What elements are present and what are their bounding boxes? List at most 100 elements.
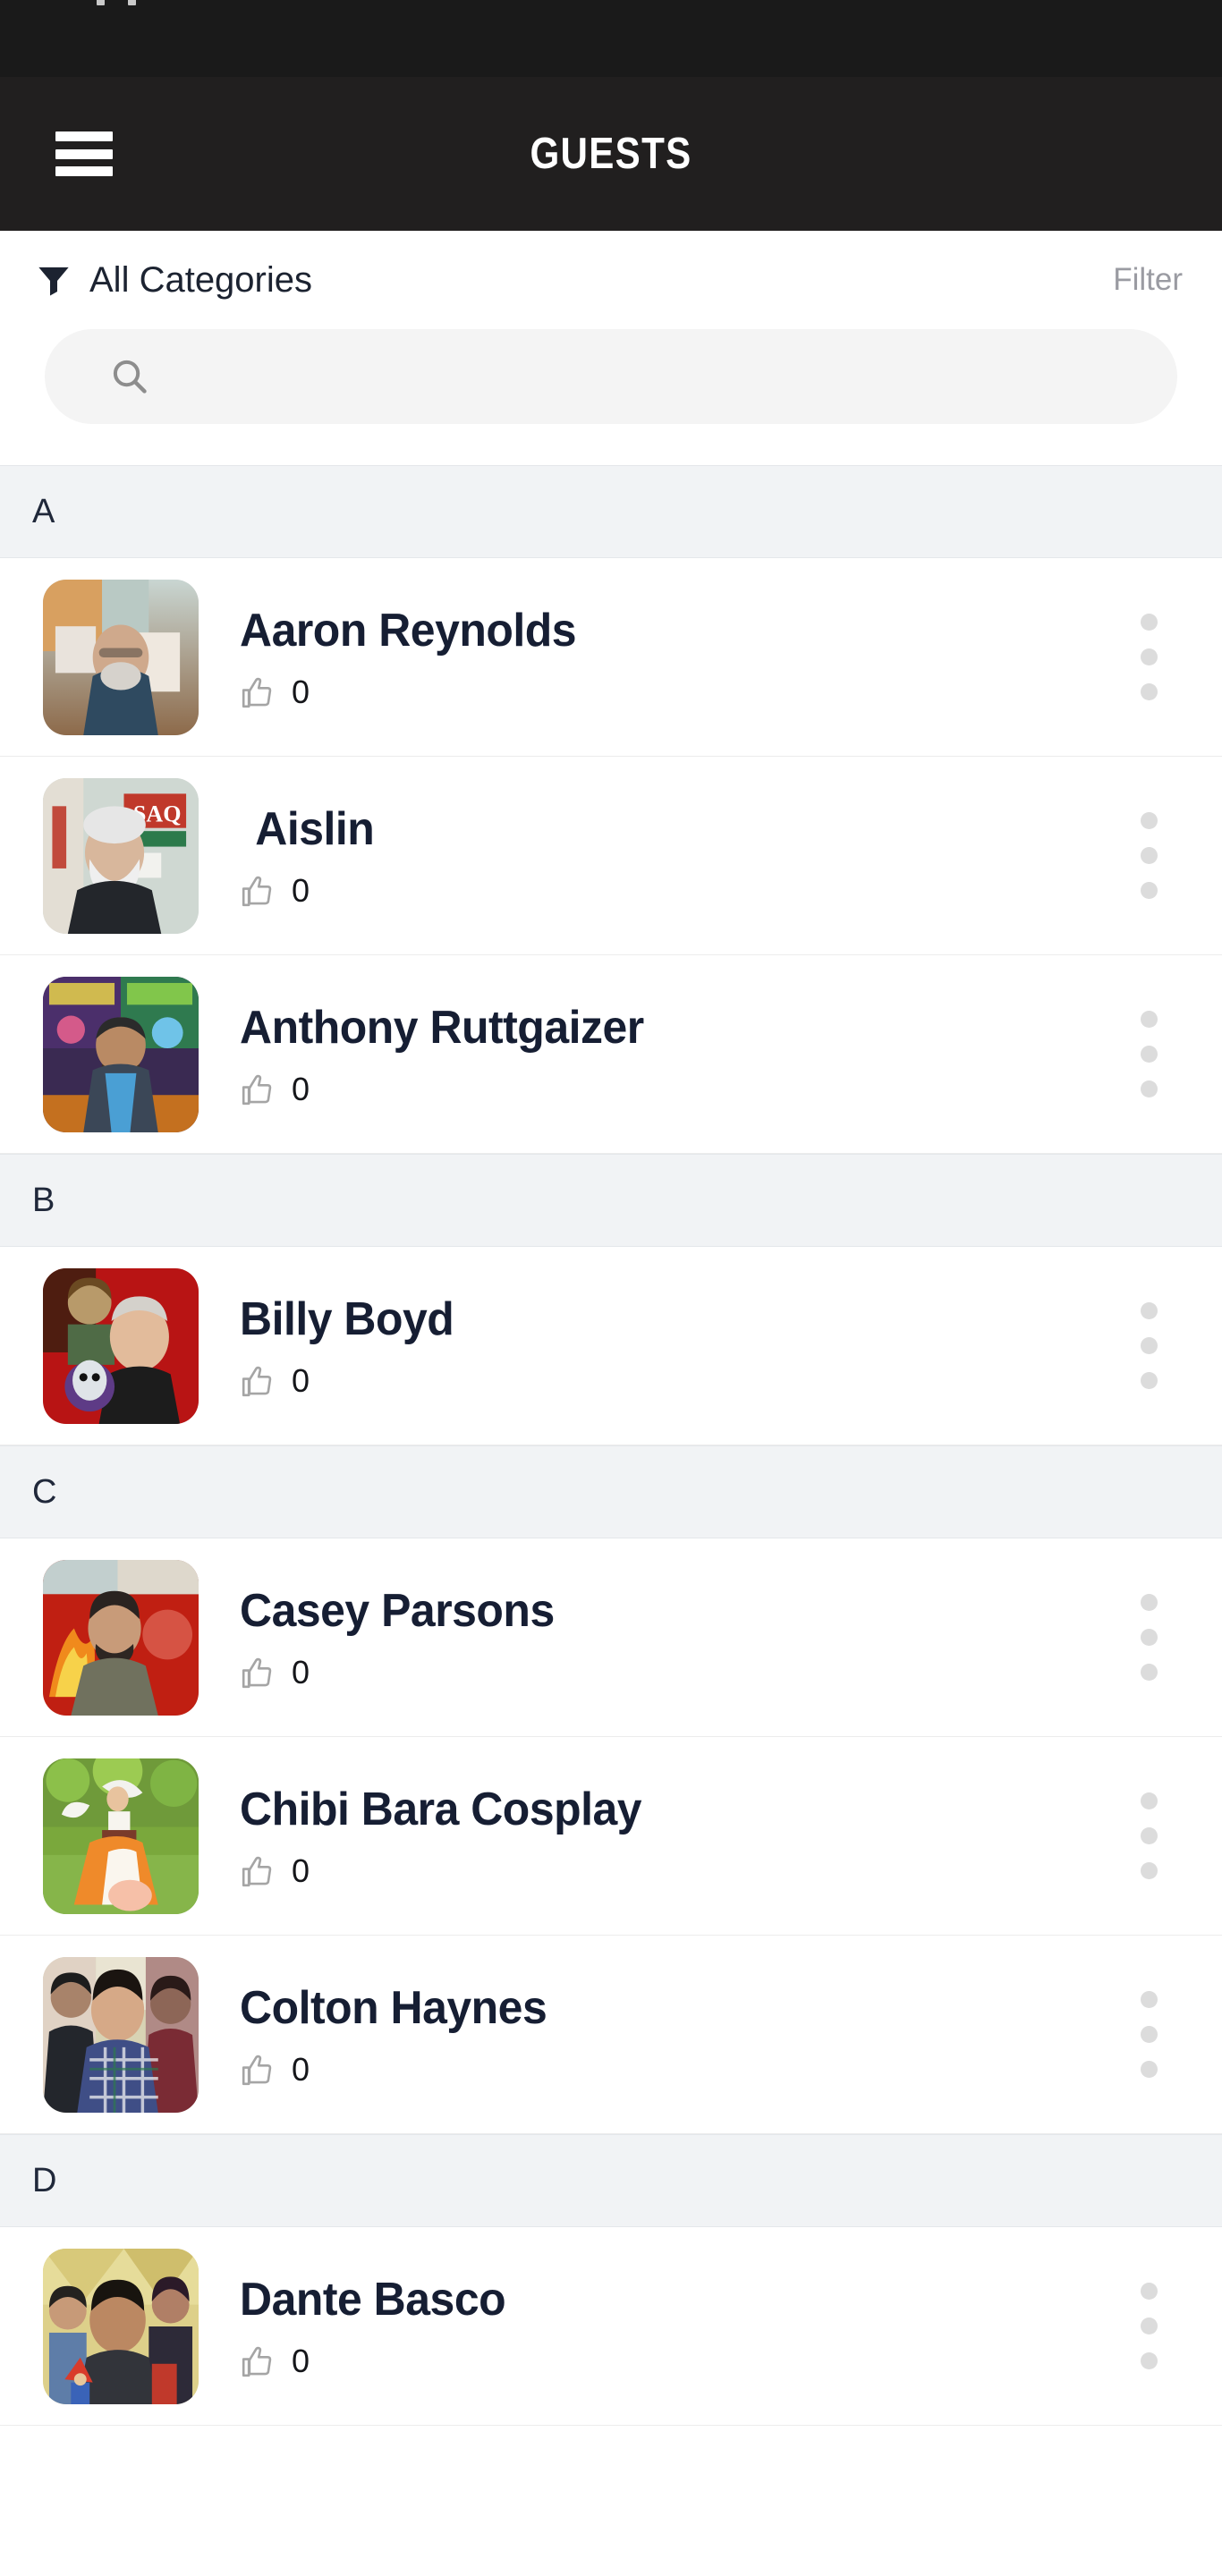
guest-info: Aislin 0 [199, 802, 1106, 910]
guest-row[interactable]: Anthony Ruttgaizer 0 [0, 955, 1222, 1154]
kebab-dot [1140, 2352, 1158, 2369]
guest-name: Colton Haynes [240, 1981, 547, 2034]
kebab-dot [1140, 1302, 1158, 1319]
three-dot-menu-icon[interactable] [1106, 1977, 1192, 2093]
kebab-dot [1140, 1080, 1158, 1097]
like-count: 0 [292, 871, 310, 909]
guest-row[interactable]: Casey Parsons 0 [0, 1538, 1222, 1737]
page-title: GUESTS [530, 130, 692, 178]
kebab-dot [1140, 683, 1158, 700]
guest-name: Aaron Reynolds [240, 604, 577, 657]
search-icon [113, 360, 147, 394]
thumbs-up-icon[interactable] [240, 1071, 277, 1108]
kebab-dot [1140, 812, 1158, 829]
category-label: All Categories [89, 259, 313, 300]
kebab-dot [1140, 1862, 1158, 1879]
guest-row[interactable]: Colton Haynes 0 [0, 1936, 1222, 2134]
kebab-dot [1140, 1792, 1158, 1809]
thumbs-up-icon[interactable] [240, 872, 277, 910]
search-box[interactable] [45, 329, 1177, 424]
guest-name: Billy Boyd [240, 1292, 454, 1345]
like-row[interactable]: 0 [240, 2343, 1106, 2380]
status-bar-icons [97, 0, 136, 5]
kebab-dot [1140, 1629, 1158, 1646]
guest-info: Dante Basco 0 [199, 2273, 1106, 2380]
kebab-dot [1140, 2283, 1158, 2300]
guest-avatar [43, 2248, 199, 2404]
status-glyph-icon [128, 0, 136, 5]
guest-info: Aaron Reynolds 0 [199, 604, 1106, 711]
like-row[interactable]: 0 [240, 1654, 1106, 1691]
thumbs-up-icon[interactable] [240, 2051, 277, 2089]
app-bar: GUESTS [0, 77, 1222, 231]
like-count: 0 [292, 2050, 310, 2088]
like-row[interactable]: 0 [240, 1362, 1106, 1400]
kebab-dot [1140, 1594, 1158, 1611]
three-dot-menu-icon[interactable] [1106, 599, 1192, 716]
thumbs-up-icon[interactable] [240, 1362, 277, 1400]
guest-row[interactable]: SAQ Aislin 0 [0, 757, 1222, 955]
like-row[interactable]: 0 [240, 1852, 1106, 1890]
kebab-dot [1140, 614, 1158, 631]
like-count: 0 [292, 2342, 310, 2379]
guest-name: Chibi Bara Cosplay [240, 1783, 642, 1835]
thumbs-up-icon[interactable] [240, 1654, 277, 1691]
guest-avatar [43, 1559, 199, 1716]
category-selector[interactable]: All Categories [36, 260, 312, 301]
guest-avatar: SAQ [43, 777, 199, 934]
section-header-d: D [0, 2134, 1222, 2227]
like-row[interactable]: 0 [240, 1071, 1106, 1108]
section-letter: A [32, 492, 55, 530]
kebab-dot [1140, 1991, 1158, 2008]
guest-row[interactable]: Dante Basco 0 [0, 2227, 1222, 2426]
guest-name: Aislin [255, 802, 375, 855]
kebab-dot [1140, 1664, 1158, 1681]
kebab-dot [1140, 1046, 1158, 1063]
filter-button[interactable]: Filter [1113, 262, 1183, 298]
guest-info: Casey Parsons 0 [199, 1584, 1106, 1691]
like-count: 0 [292, 1852, 310, 1889]
three-dot-menu-icon[interactable] [1106, 1778, 1192, 1894]
kebab-dot [1140, 1011, 1158, 1028]
guest-avatar [43, 1956, 199, 2113]
thumbs-up-icon[interactable] [240, 2343, 277, 2380]
thumbs-up-icon[interactable] [240, 674, 277, 711]
section-letter: B [32, 1181, 55, 1219]
section-header-b: B [0, 1154, 1222, 1247]
kebab-dot [1140, 1827, 1158, 1844]
like-count: 0 [292, 673, 310, 710]
thumbs-up-icon[interactable] [240, 1852, 277, 1890]
three-dot-menu-icon[interactable] [1106, 2268, 1192, 2385]
guest-info: Anthony Ruttgaizer 0 [199, 1001, 1106, 1108]
guest-info: Colton Haynes 0 [199, 1981, 1106, 2089]
search-input[interactable] [150, 358, 1177, 395]
like-row[interactable]: 0 [240, 2051, 1106, 2089]
section-header-c: C [0, 1445, 1222, 1538]
three-dot-menu-icon[interactable] [1106, 1580, 1192, 1696]
guest-avatar [43, 976, 199, 1132]
guest-info: Chibi Bara Cosplay 0 [199, 1783, 1106, 1890]
kebab-dot [1140, 2061, 1158, 2078]
three-dot-menu-icon[interactable] [1106, 798, 1192, 914]
kebab-dot [1140, 882, 1158, 899]
app-screen: GUESTS All Categories Filter A Aaron Reyn… [0, 0, 1222, 2576]
three-dot-menu-icon[interactable] [1106, 996, 1192, 1113]
like-row[interactable]: 0 [240, 674, 1106, 711]
status-glyph-icon [97, 0, 105, 5]
funnel-filter-icon [38, 267, 69, 296]
like-count: 0 [292, 1653, 310, 1690]
section-header-a: A [0, 465, 1222, 558]
filter-bar: All Categories Filter [0, 231, 1222, 329]
like-row[interactable]: 0 [240, 872, 1106, 910]
guest-row[interactable]: Aaron Reynolds 0 [0, 558, 1222, 757]
search-area [0, 329, 1222, 465]
guest-row[interactable]: Chibi Bara Cosplay 0 [0, 1737, 1222, 1936]
kebab-dot [1140, 847, 1158, 864]
guest-avatar [43, 1267, 199, 1424]
like-count: 0 [292, 1361, 310, 1399]
guest-name: Dante Basco [240, 2273, 506, 2326]
section-letter: D [32, 2161, 57, 2199]
guest-name: Anthony Ruttgaizer [240, 1001, 644, 1054]
guest-row[interactable]: Billy Boyd 0 [0, 1247, 1222, 1445]
three-dot-menu-icon[interactable] [1106, 1288, 1192, 1404]
